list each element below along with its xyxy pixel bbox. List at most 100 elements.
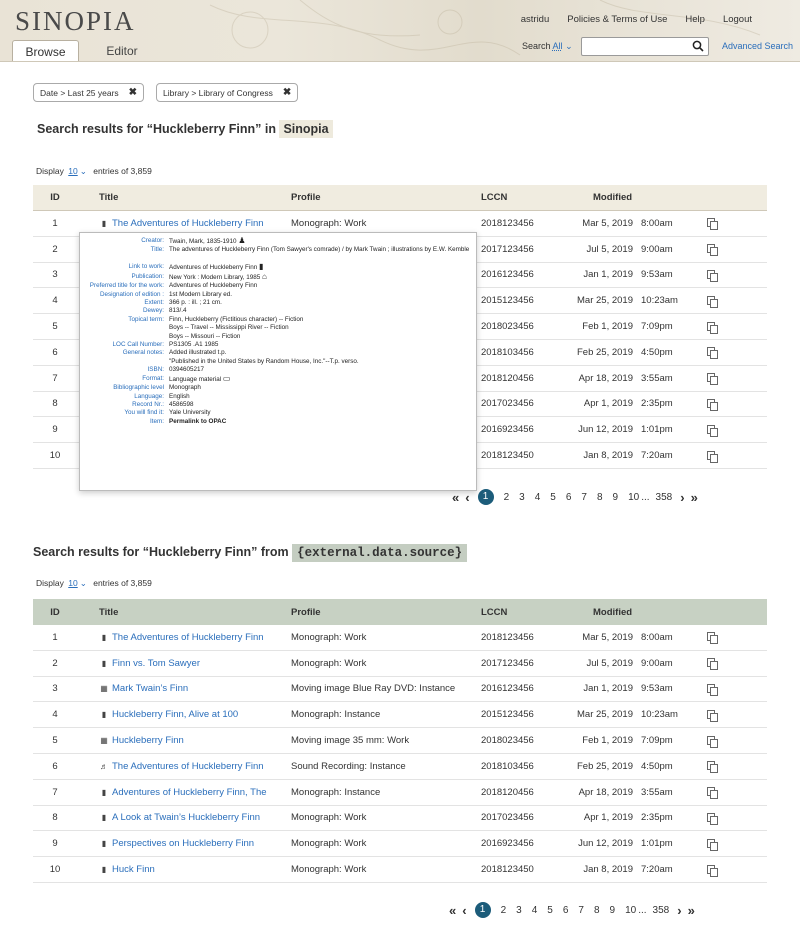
page-link[interactable]: 7 [581,492,587,503]
col-profile[interactable]: Profile [269,607,461,618]
copy-button[interactable] [691,787,731,800]
row-title-link[interactable]: The Adventures of Huckleberry Finn [112,632,264,643]
table-row[interactable]: 3 ▦ Mark Twain’s Finn Moving image Blue Ray… [33,677,767,703]
next-page-icon[interactable]: › [680,490,684,505]
close-icon[interactable]: ✖ [129,87,137,98]
copy-button[interactable] [691,812,731,825]
col-id[interactable]: ID [33,192,77,203]
table-row[interactable]: 10 ▮ Huck Finn Monograph: Work 2018123450 Jan… [33,857,767,883]
page-link[interactable]: 9 [610,905,616,916]
page-link[interactable]: 7 [578,905,584,916]
col-profile[interactable]: Profile [269,192,461,203]
col-title[interactable]: Title [77,192,269,203]
tab-editor[interactable]: Editor [102,40,142,61]
page-link[interactable]: 10 [628,492,639,503]
copy-button[interactable] [691,683,731,696]
page-current[interactable]: 1 [477,489,494,505]
table-row[interactable]: 7 ▮ Adventures of Huckleberry Finn, The Mon… [33,780,767,806]
row-title-link[interactable]: The Adventures of Huckleberry Finn [112,218,264,229]
copy-button[interactable] [691,632,731,645]
table-row[interactable]: 5 ▦ Huckleberry Finn Moving image 35 mm: Wo… [33,728,767,754]
detail-value[interactable]: Permalink to OPAC [169,418,476,426]
last-page-icon[interactable]: » [688,903,695,918]
filter-chip-date[interactable]: Date > Last 25 years ✖ [33,83,145,102]
last-page-icon[interactable]: » [691,490,698,505]
copy-button[interactable] [691,658,731,671]
col-lccn[interactable]: LCCN [461,607,551,618]
page-link[interactable]: 3 [516,905,522,916]
page-link-last[interactable]: 358 [656,492,673,503]
col-modified[interactable]: Modified [551,607,691,618]
row-title-link[interactable]: Huckleberry Finn, Alive at 100 [112,709,238,720]
page-link[interactable]: 2 [501,905,507,916]
user-link[interactable]: astridu [521,14,550,25]
col-title[interactable]: Title [77,607,269,618]
table-row[interactable]: 4 ▮ Huckleberry Finn, Alive at 100 Monograp… [33,702,767,729]
copy-button[interactable] [691,373,731,386]
copy-button[interactable] [691,709,731,722]
prev-page-icon[interactable]: ‹ [462,903,466,918]
page-link[interactable]: 6 [566,492,572,503]
search-field[interactable] [581,37,709,56]
app-logo[interactable]: SINOPIA [15,6,136,37]
copy-button[interactable] [691,864,731,877]
first-page-icon[interactable]: « [452,490,459,505]
table-row[interactable]: 6 ♬ The Adventures of Huckleberry Finn Soun… [33,754,767,780]
copy-button[interactable] [691,244,731,257]
entries-per-page-select[interactable]: 10 [68,166,77,176]
row-title-link[interactable]: Huckleberry Finn [112,735,184,746]
page-current[interactable]: 1 [474,902,491,918]
tab-browse[interactable]: Browse [12,40,79,61]
row-title-link[interactable]: The Adventures of Huckleberry Finn [112,761,264,772]
page-link-last[interactable]: 358 [653,905,670,916]
page-link[interactable]: 2 [504,492,510,503]
close-icon[interactable]: ✖ [283,87,291,98]
search-icon[interactable] [692,40,704,52]
page-link[interactable]: 3 [519,492,525,503]
page-link[interactable]: 5 [547,905,553,916]
table-row[interactable]: 8 ▮ A Look at Twain’s Huckleberry Finn Mono… [33,806,767,832]
row-title-link[interactable]: Adventures of Huckleberry Finn, The [112,787,267,798]
page-link[interactable]: 8 [594,905,600,916]
page-link[interactable]: 9 [613,492,619,503]
copy-button[interactable] [691,838,731,851]
page-link[interactable]: 4 [535,492,541,503]
copy-button[interactable] [691,347,731,360]
search-input[interactable] [582,38,690,55]
page-link[interactable]: 10 [625,905,636,916]
copy-button[interactable] [691,321,731,334]
policies-link[interactable]: Policies & Terms of Use [567,14,667,25]
copy-button[interactable] [691,424,731,437]
advanced-search-link[interactable]: Advanced Search [722,41,793,51]
copy-button[interactable] [691,218,731,231]
first-page-icon[interactable]: « [449,903,456,918]
copy-button[interactable] [691,295,731,308]
copy-button[interactable] [691,735,731,748]
search-scope[interactable]: Search All ⌄ [522,41,573,52]
prev-page-icon[interactable]: ‹ [465,490,469,505]
col-modified[interactable]: Modified [551,192,691,203]
col-lccn[interactable]: LCCN [461,192,551,203]
page-link[interactable]: 4 [532,905,538,916]
copy-button[interactable] [691,450,731,463]
search-scope-select[interactable]: All [553,41,563,51]
table-row[interactable]: 2 ▮ Finn vs. Tom Sawyer Monograph: Work 2017… [33,651,767,677]
help-link[interactable]: Help [685,14,705,25]
row-title-link[interactable]: Mark Twain’s Finn [112,683,188,694]
logout-link[interactable]: Logout [723,14,752,25]
page-link[interactable]: 8 [597,492,603,503]
entries-per-page-select[interactable]: 10 [68,578,77,588]
next-page-icon[interactable]: › [677,903,681,918]
row-title-link[interactable]: Finn vs. Tom Sawyer [112,658,200,669]
copy-button[interactable] [691,269,731,282]
page-link[interactable]: 5 [550,492,556,503]
copy-button[interactable] [691,398,731,411]
table-row[interactable]: 1 ▮ The Adventures of Huckleberry Finn Mono… [33,625,767,651]
row-title-link[interactable]: Perspectives on Huckleberry Finn [112,838,254,849]
row-title-link[interactable]: Huck Finn [112,864,155,875]
copy-button[interactable] [691,761,731,774]
table-row[interactable]: 9 ▮ Perspectives on Huckleberry Finn Monogr… [33,831,767,858]
page-link[interactable]: 6 [563,905,569,916]
col-id[interactable]: ID [33,607,77,618]
row-title-link[interactable]: A Look at Twain’s Huckleberry Finn [112,812,260,823]
